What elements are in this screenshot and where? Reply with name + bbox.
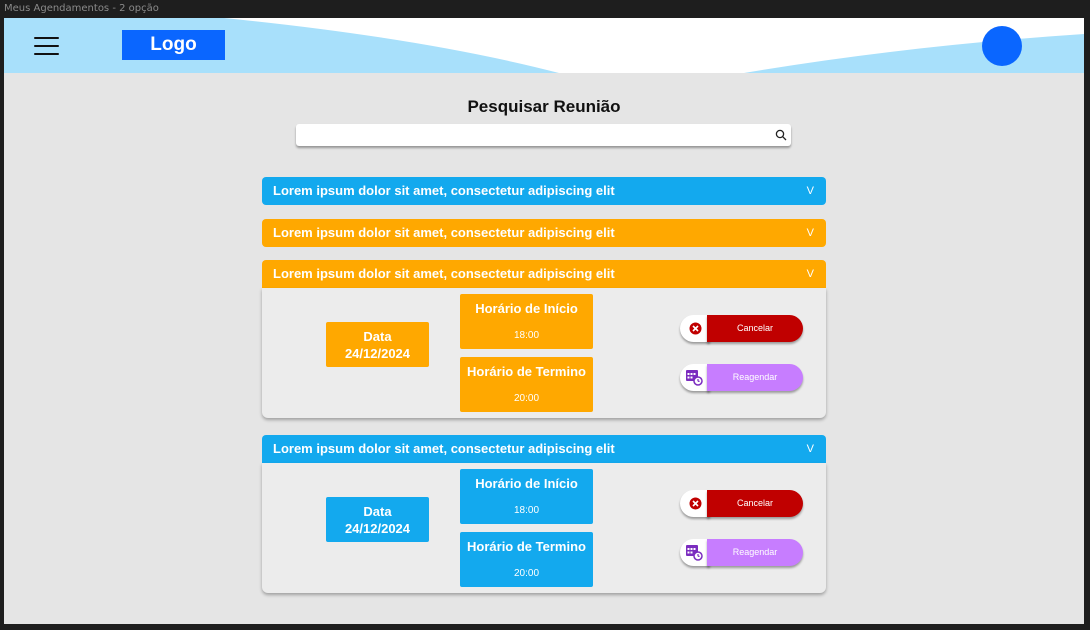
accordion-header[interactable]: Lorem ipsum dolor sit amet, consectetur … — [262, 260, 826, 288]
accordion-item-expanded: Lorem ipsum dolor sit amet, consectetur … — [262, 435, 826, 593]
end-time-label: Horário de Termino — [467, 539, 586, 554]
reschedule-button[interactable]: Reagendar — [680, 539, 803, 566]
cancel-button-label: Cancelar — [707, 315, 803, 342]
calendar-clock-icon — [686, 545, 703, 561]
reschedule-button-label: Reagendar — [707, 539, 803, 566]
reschedule-button[interactable]: Reagendar — [680, 364, 803, 391]
date-box: Data 24/12/2024 — [326, 322, 429, 367]
chevron-down-icon[interactable]: V — [807, 219, 814, 247]
date-label: Data — [363, 329, 392, 344]
cancel-button[interactable]: Cancelar — [680, 490, 803, 517]
hamburger-menu-icon[interactable] — [34, 37, 59, 55]
header: Logo — [4, 18, 1084, 73]
date-value: 24/12/2024 — [344, 346, 411, 361]
end-time-value: 20:00 — [513, 393, 540, 404]
end-time-box: Horário de Termino 20:00 — [460, 357, 593, 412]
avatar[interactable] — [982, 26, 1022, 66]
reschedule-button-label: Reagendar — [707, 364, 803, 391]
cancel-button-label: Cancelar — [707, 490, 803, 517]
search-input[interactable] — [296, 124, 772, 146]
accordion-item: Lorem ipsum dolor sit amet, consectetur … — [262, 219, 826, 247]
date-value: 24/12/2024 — [344, 521, 411, 536]
cancel-button[interactable]: Cancelar — [680, 315, 803, 342]
accordion-item-expanded: Lorem ipsum dolor sit amet, consectetur … — [262, 260, 826, 418]
end-time-value: 20:00 — [513, 568, 540, 579]
date-box: Data 24/12/2024 — [326, 497, 429, 542]
window-title: Meus Agendamentos - 2 opção — [4, 3, 159, 14]
close-circle-icon — [689, 497, 702, 510]
date-label: Data — [363, 504, 392, 519]
start-time-box: Horário de Início 18:00 — [460, 294, 593, 349]
accordion-title: Lorem ipsum dolor sit amet, consectetur … — [273, 441, 615, 456]
chevron-down-icon[interactable]: V — [807, 260, 814, 288]
start-time-value: 18:00 — [513, 330, 540, 341]
accordion-item: Lorem ipsum dolor sit amet, consectetur … — [262, 177, 826, 205]
start-time-box: Horário de Início 18:00 — [460, 469, 593, 524]
start-time-label: Horário de Início — [475, 301, 578, 316]
accordion-header[interactable]: Lorem ipsum dolor sit amet, consectetur … — [262, 219, 826, 247]
search-title: Pesquisar Reunião — [467, 97, 621, 116]
start-time-value: 18:00 — [513, 505, 540, 516]
start-time-label: Horário de Início — [475, 476, 578, 491]
close-circle-icon — [689, 322, 702, 335]
accordion-header[interactable]: Lorem ipsum dolor sit amet, consectetur … — [262, 435, 826, 463]
search-bar — [296, 124, 791, 146]
logo[interactable]: Logo — [122, 30, 225, 60]
accordion-title: Lorem ipsum dolor sit amet, consectetur … — [273, 225, 615, 240]
accordion-body: Data 24/12/2024 Horário de Início 18:00 … — [262, 463, 826, 593]
chevron-down-icon[interactable]: V — [807, 435, 814, 463]
end-time-box: Horário de Termino 20:00 — [460, 532, 593, 587]
accordion-header[interactable]: Lorem ipsum dolor sit amet, consectetur … — [262, 177, 826, 205]
end-time-label: Horário de Termino — [467, 364, 586, 379]
calendar-clock-icon — [686, 370, 703, 386]
chevron-down-icon[interactable]: V — [807, 177, 814, 205]
app-frame: Logo Pesquisar Reunião Lorem ipsum dolor… — [4, 18, 1084, 624]
accordion-title: Lorem ipsum dolor sit amet, consectetur … — [273, 266, 615, 281]
accordion-body: Data 24/12/2024 Horário de Início 18:00 … — [262, 288, 826, 418]
accordion-title: Lorem ipsum dolor sit amet, consectetur … — [273, 183, 615, 198]
search-icon[interactable] — [775, 129, 787, 141]
